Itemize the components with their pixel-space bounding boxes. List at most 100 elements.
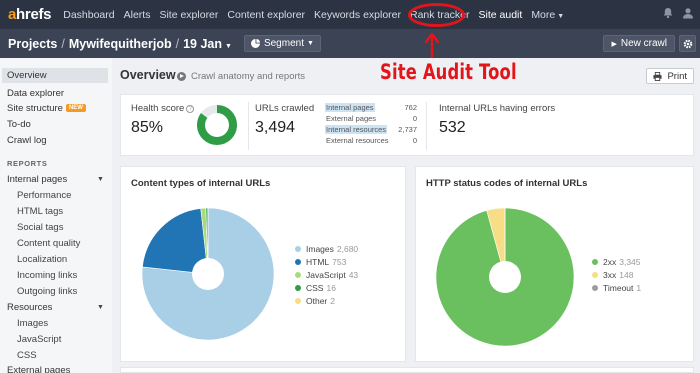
crawl-anatomy-link[interactable]: Crawl anatomy and reports xyxy=(177,71,305,82)
sidebar-item-social-tags[interactable]: Social tags xyxy=(17,222,63,233)
breakdown-label: External resources xyxy=(326,136,389,145)
http-status-card: HTTP status codes of internal URLs 2xx 3,… xyxy=(415,166,694,362)
legend-item-images[interactable]: Images 2,680 xyxy=(295,244,358,254)
segment-label: Segment xyxy=(263,38,304,49)
legend-label: Images xyxy=(306,244,334,254)
breakdown-row[interactable]: Internal pages 762 xyxy=(325,103,417,112)
legend-dot xyxy=(295,272,301,278)
legend-dot xyxy=(295,285,301,291)
play-icon: ▶ xyxy=(611,40,617,48)
sidebar-item-content-quality[interactable]: Content quality xyxy=(17,238,80,249)
nav-site-explorer[interactable]: Site explorer xyxy=(159,9,218,21)
http-status-title: HTTP status codes of internal URLs xyxy=(426,178,588,189)
crawl-date: 19 Jan xyxy=(183,36,223,51)
sidebar-item-overview[interactable]: Overview xyxy=(2,68,108,83)
legend-value: 1 xyxy=(636,283,642,293)
sidebar-item-external-pages[interactable]: External pages xyxy=(7,365,70,373)
segment-button[interactable]: Segment ▼ xyxy=(243,35,321,52)
bell-icon[interactable] xyxy=(662,7,674,19)
sidebar-item-localization[interactable]: Localization xyxy=(17,254,67,265)
nav-site-audit[interactable]: Site audit xyxy=(479,9,523,21)
http-status-pie[interactable] xyxy=(435,207,575,347)
nav-more-label: More xyxy=(531,8,556,21)
legend-item-2xx[interactable]: 2xx 3,345 xyxy=(592,257,641,267)
crawl-date-select[interactable]: 19 Jan ▼ xyxy=(183,37,232,51)
sidebar-item-javascript[interactable]: JavaScript xyxy=(17,334,61,345)
printer-icon xyxy=(653,71,663,81)
sidebar-item-outgoing-links[interactable]: Outgoing links xyxy=(17,286,77,297)
sidebar-item-data-explorer[interactable]: Data explorer xyxy=(7,88,64,99)
errors-label: Internal URLs having errors xyxy=(439,103,556,114)
stats-card: Health score? 85% URLs crawled 3,494 Int… xyxy=(120,94,694,156)
nav-dashboard[interactable]: Dashboard xyxy=(63,9,114,21)
legend-item-3xx[interactable]: 3xx 148 xyxy=(592,270,633,280)
breadcrumb: Projects / Mywifequitherjob/19 Jan ▼ xyxy=(8,36,232,51)
legend-item-css[interactable]: CSS 16 xyxy=(295,283,336,293)
sidebar-item-incoming-links[interactable]: Incoming links xyxy=(17,270,77,281)
divider xyxy=(426,102,427,150)
caret-down-icon[interactable]: ▼ xyxy=(97,304,104,311)
top-nav: ahrefs Dashboard Alerts Site explorer Co… xyxy=(0,0,700,29)
page-title: Overview xyxy=(120,68,176,82)
legend-dot xyxy=(295,246,301,252)
pie-hole xyxy=(489,261,521,293)
health-score-label: Health score? xyxy=(131,103,195,114)
sidebar-item-css[interactable]: CSS xyxy=(17,350,37,361)
help-icon[interactable]: ? xyxy=(186,105,195,113)
legend-value: 2,680 xyxy=(336,244,359,254)
new-crawl-label: New crawl xyxy=(620,38,667,49)
pie-segment-icon xyxy=(250,39,260,48)
new-crawl-button[interactable]: ▶ New crawl xyxy=(603,35,675,52)
breakdown-value: 0 xyxy=(412,136,417,145)
play-circle-icon xyxy=(177,72,186,81)
nav-more[interactable]: More ▼ xyxy=(531,9,564,21)
legend-item-html[interactable]: HTML 753 xyxy=(295,257,346,267)
breakdown-row[interactable]: Internal resources 2,737 xyxy=(325,125,417,134)
legend-item-timeout[interactable]: Timeout 1 xyxy=(592,283,641,293)
nav-alerts[interactable]: Alerts xyxy=(124,9,151,21)
breakdown-label: Internal resources xyxy=(325,125,388,134)
caret-down-icon[interactable]: ▼ xyxy=(97,176,104,183)
legend-item-javascript[interactable]: JavaScript 43 xyxy=(295,270,358,280)
sidebar-item-internal-pages[interactable]: Internal pages xyxy=(7,174,67,185)
sidebar-item-site-structure[interactable]: Site structure NEW xyxy=(7,103,86,114)
legend-dot xyxy=(592,285,598,291)
project-bar: Projects / Mywifequitherjob/19 Jan ▼ Segmen… xyxy=(0,29,700,58)
breakdown-value: 762 xyxy=(404,103,417,112)
legend-label: JavaScript xyxy=(306,270,346,280)
health-score-value: 85% xyxy=(131,119,164,136)
breadcrumb-project[interactable]: Mywifequitherjob xyxy=(69,37,172,51)
breadcrumb-projects[interactable]: Projects xyxy=(8,37,57,51)
sidebar-item-performance[interactable]: Performance xyxy=(17,190,71,201)
urls-crawled-value: 3,494 xyxy=(255,119,296,136)
settings-button[interactable] xyxy=(679,35,696,52)
sidebar-item-todo[interactable]: To-do xyxy=(7,119,31,130)
legend-item-other[interactable]: Other 2 xyxy=(295,296,335,306)
sidebar-item-images[interactable]: Images xyxy=(17,318,48,329)
legend-value: 3,345 xyxy=(619,257,641,267)
legend-dot xyxy=(592,259,598,265)
breakdown-row[interactable]: External pages 0 xyxy=(325,114,417,123)
errors-value[interactable]: 532 xyxy=(439,119,466,137)
nav-content-explorer[interactable]: Content explorer xyxy=(227,9,305,21)
legend-label: CSS xyxy=(306,283,324,293)
divider xyxy=(248,102,249,150)
crawl-anatomy-label: Crawl anatomy and reports xyxy=(191,71,306,82)
breakdown-value: 0 xyxy=(412,114,417,123)
pie-hole xyxy=(192,258,224,290)
sidebar-item-crawl-log[interactable]: Crawl log xyxy=(7,135,47,146)
legend-value: 16 xyxy=(326,283,336,293)
user-icon[interactable] xyxy=(682,7,694,19)
caret-down-icon: ▼ xyxy=(557,12,565,20)
legend-label: 2xx xyxy=(603,257,617,267)
legend-label: 3xx xyxy=(603,270,617,280)
legend-dot xyxy=(295,259,301,265)
sidebar-item-resources[interactable]: Resources xyxy=(7,302,52,313)
breakdown-row[interactable]: External resources 0 xyxy=(325,136,417,145)
content-types-pie[interactable] xyxy=(141,207,275,341)
sidebar: Overview Data explorer Site structure NEW… xyxy=(0,58,112,373)
print-button[interactable]: Print xyxy=(646,68,694,84)
nav-keywords-explorer[interactable]: Keywords explorer xyxy=(314,9,401,21)
ahrefs-logo[interactable]: ahrefs xyxy=(8,6,52,23)
sidebar-item-html-tags[interactable]: HTML tags xyxy=(17,206,63,217)
